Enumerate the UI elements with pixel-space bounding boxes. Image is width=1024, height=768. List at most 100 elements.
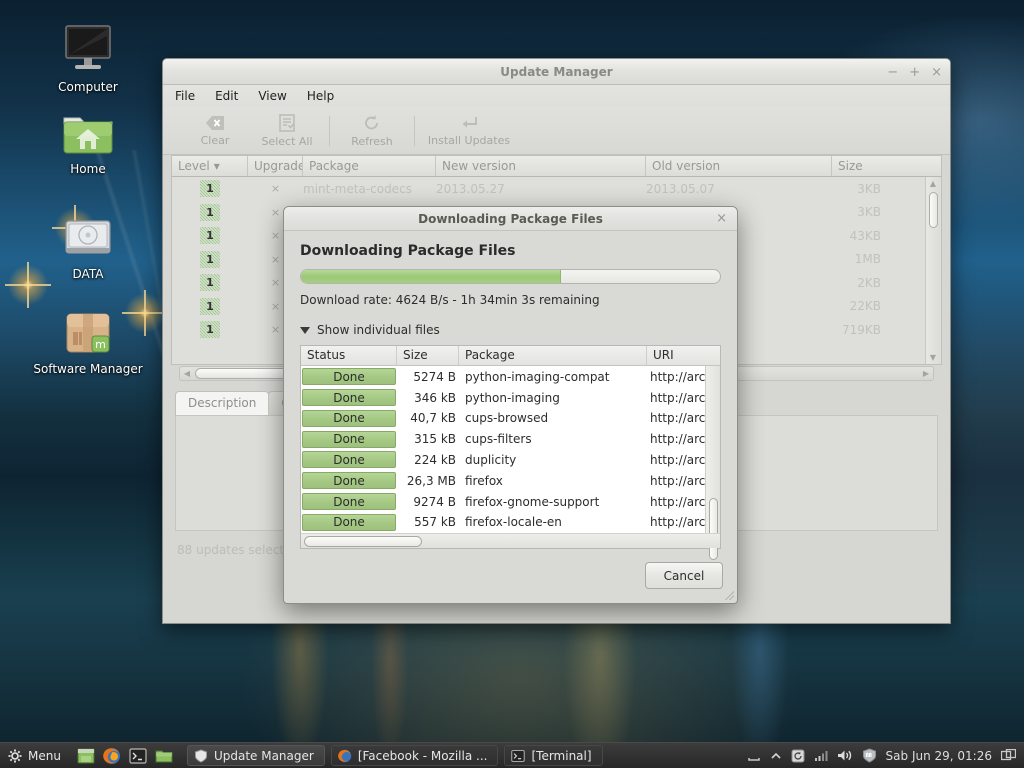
install-updates-icon <box>462 116 477 127</box>
new-version-cell: 2013.05.27 <box>436 181 505 196</box>
column-header-status[interactable]: Status <box>301 346 397 366</box>
menu-item-view[interactable]: View <box>258 89 286 103</box>
table-row[interactable]: Done 315 kB cups-filters http://arc <box>301 429 720 450</box>
task-terminal[interactable]: [Terminal] <box>504 745 603 766</box>
system-tray: Sab Jun 29, 01:26 <box>747 748 1024 763</box>
table-row[interactable]: 1 × mint-meta-codecs 2013.05.27 2013.05.… <box>172 177 941 201</box>
level-cell: 1 <box>172 297 248 315</box>
size-cell: 2KB <box>857 275 881 290</box>
terminal-icon[interactable] <box>129 747 147 765</box>
old-version-cell: 2013.05.07 <box>646 181 715 196</box>
size-cell: 557 kB <box>414 515 456 530</box>
maximize-button[interactable]: + <box>909 66 920 79</box>
window-titlebar[interactable]: Update Manager − + × <box>163 59 950 85</box>
volume-icon[interactable] <box>837 749 853 762</box>
resize-grip[interactable] <box>724 590 734 600</box>
window-title: Update Manager <box>500 64 613 79</box>
files-table-body[interactable]: Done 5274 B python-imaging-compat http:/… <box>301 366 720 532</box>
package-cell: firefox-locale-en <box>465 515 562 530</box>
scroll-down-arrow-icon[interactable]: ▼ <box>926 351 940 364</box>
files-icon[interactable] <box>155 747 173 765</box>
files-horizontal-scrollbar[interactable] <box>301 532 720 548</box>
terminal-icon <box>511 749 526 762</box>
status-badge: Done <box>302 513 396 531</box>
dialog-titlebar[interactable]: Downloading Package Files × <box>284 207 737 232</box>
menu-label: Menu <box>28 748 61 763</box>
scroll-up-arrow-icon[interactable]: ▲ <box>926 177 940 190</box>
column-header-size[interactable]: Size <box>397 346 459 366</box>
task-update-manager[interactable]: Update Manager <box>186 745 325 766</box>
close-button[interactable]: × <box>931 66 942 79</box>
mint-icon[interactable] <box>862 748 877 763</box>
size-cell: 22KB <box>849 299 881 314</box>
desktop-icon-data[interactable]: DATA <box>33 205 143 281</box>
hard-drive-icon <box>33 205 143 263</box>
firefox-icon <box>338 749 352 762</box>
column-header-new-version[interactable]: New version <box>436 156 646 176</box>
menu-item-edit[interactable]: Edit <box>215 89 238 103</box>
updates-list-header: Level ▾ Upgrade Package New version Old v… <box>171 155 942 177</box>
scrollbar-thumb[interactable] <box>929 192 938 228</box>
keyboard-icon[interactable] <box>747 750 761 762</box>
column-header-uri[interactable]: URI <box>647 346 720 365</box>
table-row[interactable]: Done 40,7 kB cups-browsed http://arc <box>301 408 720 429</box>
desktop-icon-home[interactable]: Home <box>33 100 143 176</box>
desktop-icon-software-manager[interactable]: m Software Manager <box>33 300 143 376</box>
package-cell: duplicity <box>465 452 517 467</box>
table-row[interactable]: Done 346 kB python-imaging http://arc <box>301 387 720 408</box>
downloading-package-files-dialog[interactable]: Downloading Package Files × Downloading … <box>283 206 738 604</box>
package-cell: firefox-gnome-support <box>465 494 600 509</box>
toolbar-label: Refresh <box>351 134 393 148</box>
column-header-upgrade[interactable]: Upgrade <box>248 156 303 176</box>
taskbar: Menu Update Manager [Facebook - Mozilla … <box>0 742 1024 768</box>
files-vertical-scrollbar[interactable] <box>705 366 720 561</box>
firefox-icon[interactable] <box>103 747 121 765</box>
individual-files-table[interactable]: Status Size Package URI Done 5274 B pyth… <box>300 345 721 561</box>
size-cell: 3KB <box>857 205 881 220</box>
size-cell: 719KB <box>841 322 881 337</box>
task-firefox-facebook[interactable]: [Facebook - Mozilla ... <box>330 745 499 766</box>
desktop[interactable]: Computer Home DATA m Software Manager Up… <box>0 0 1024 768</box>
table-row[interactable]: Done 224 kB duplicity http://arc <box>301 450 720 471</box>
tab-description[interactable]: Description <box>175 391 270 415</box>
show-desktop-icon[interactable] <box>77 747 95 765</box>
toolbar-button-install-updates[interactable]: Install Updates <box>421 115 517 147</box>
refresh-icon <box>365 114 378 129</box>
scroll-right-arrow-icon[interactable]: ▶ <box>919 369 933 378</box>
toolbar-button-refresh[interactable]: Refresh <box>336 114 408 148</box>
package-cell: python-imaging-compat <box>465 369 610 384</box>
scroll-left-arrow-icon[interactable]: ◀ <box>180 369 194 378</box>
toolbar: Clear Select All Refresh Install Updates <box>163 107 950 155</box>
scrollbar-thumb[interactable] <box>304 535 422 547</box>
table-row[interactable]: Done 557 kB firefox-locale-en http://arc <box>301 512 720 533</box>
clock[interactable]: Sab Jun 29, 01:26 <box>886 749 992 763</box>
table-row[interactable]: Done 5274 B python-imaging-compat http:/… <box>301 366 720 387</box>
menu-item-file[interactable]: File <box>175 89 195 103</box>
toolbar-button-select-all[interactable]: Select All <box>251 113 323 148</box>
desktop-icon-computer[interactable]: Computer <box>33 18 143 94</box>
menu-item-help[interactable]: Help <box>307 89 334 103</box>
dialog-close-icon[interactable]: × <box>716 211 727 226</box>
network-icon[interactable] <box>814 750 828 762</box>
toolbar-button-clear[interactable]: Clear <box>179 115 251 147</box>
column-header-package[interactable]: Package <box>303 156 436 176</box>
task-label: [Facebook - Mozilla ... <box>357 748 488 763</box>
column-header-size[interactable]: Size <box>832 156 887 176</box>
column-header-level[interactable]: Level ▾ <box>172 156 248 176</box>
cancel-button[interactable]: Cancel <box>645 562 723 590</box>
table-row[interactable]: Done 26,3 MB firefox http://arc <box>301 470 720 491</box>
updates-list-vertical-scrollbar[interactable]: ▲ ▼ <box>925 177 940 364</box>
minimize-button[interactable]: − <box>887 66 898 79</box>
update-shield-icon[interactable] <box>791 749 805 763</box>
column-header-package[interactable]: Package <box>459 346 647 366</box>
package-cell: cups-browsed <box>465 411 549 426</box>
desktop-icon-label: Home <box>70 162 106 176</box>
start-menu-button[interactable]: Menu <box>0 749 71 763</box>
workspace-switcher-icon[interactable] <box>1001 749 1016 762</box>
toolbar-label: Install Updates <box>427 133 511 147</box>
show-individual-files-toggle[interactable]: Show individual files <box>300 323 721 337</box>
chevron-up-icon[interactable] <box>770 750 782 762</box>
upgrade-cell[interactable]: × <box>248 182 303 195</box>
table-row[interactable]: Done 9274 B firefox-gnome-support http:/… <box>301 491 720 512</box>
column-header-old-version[interactable]: Old version <box>646 156 832 176</box>
